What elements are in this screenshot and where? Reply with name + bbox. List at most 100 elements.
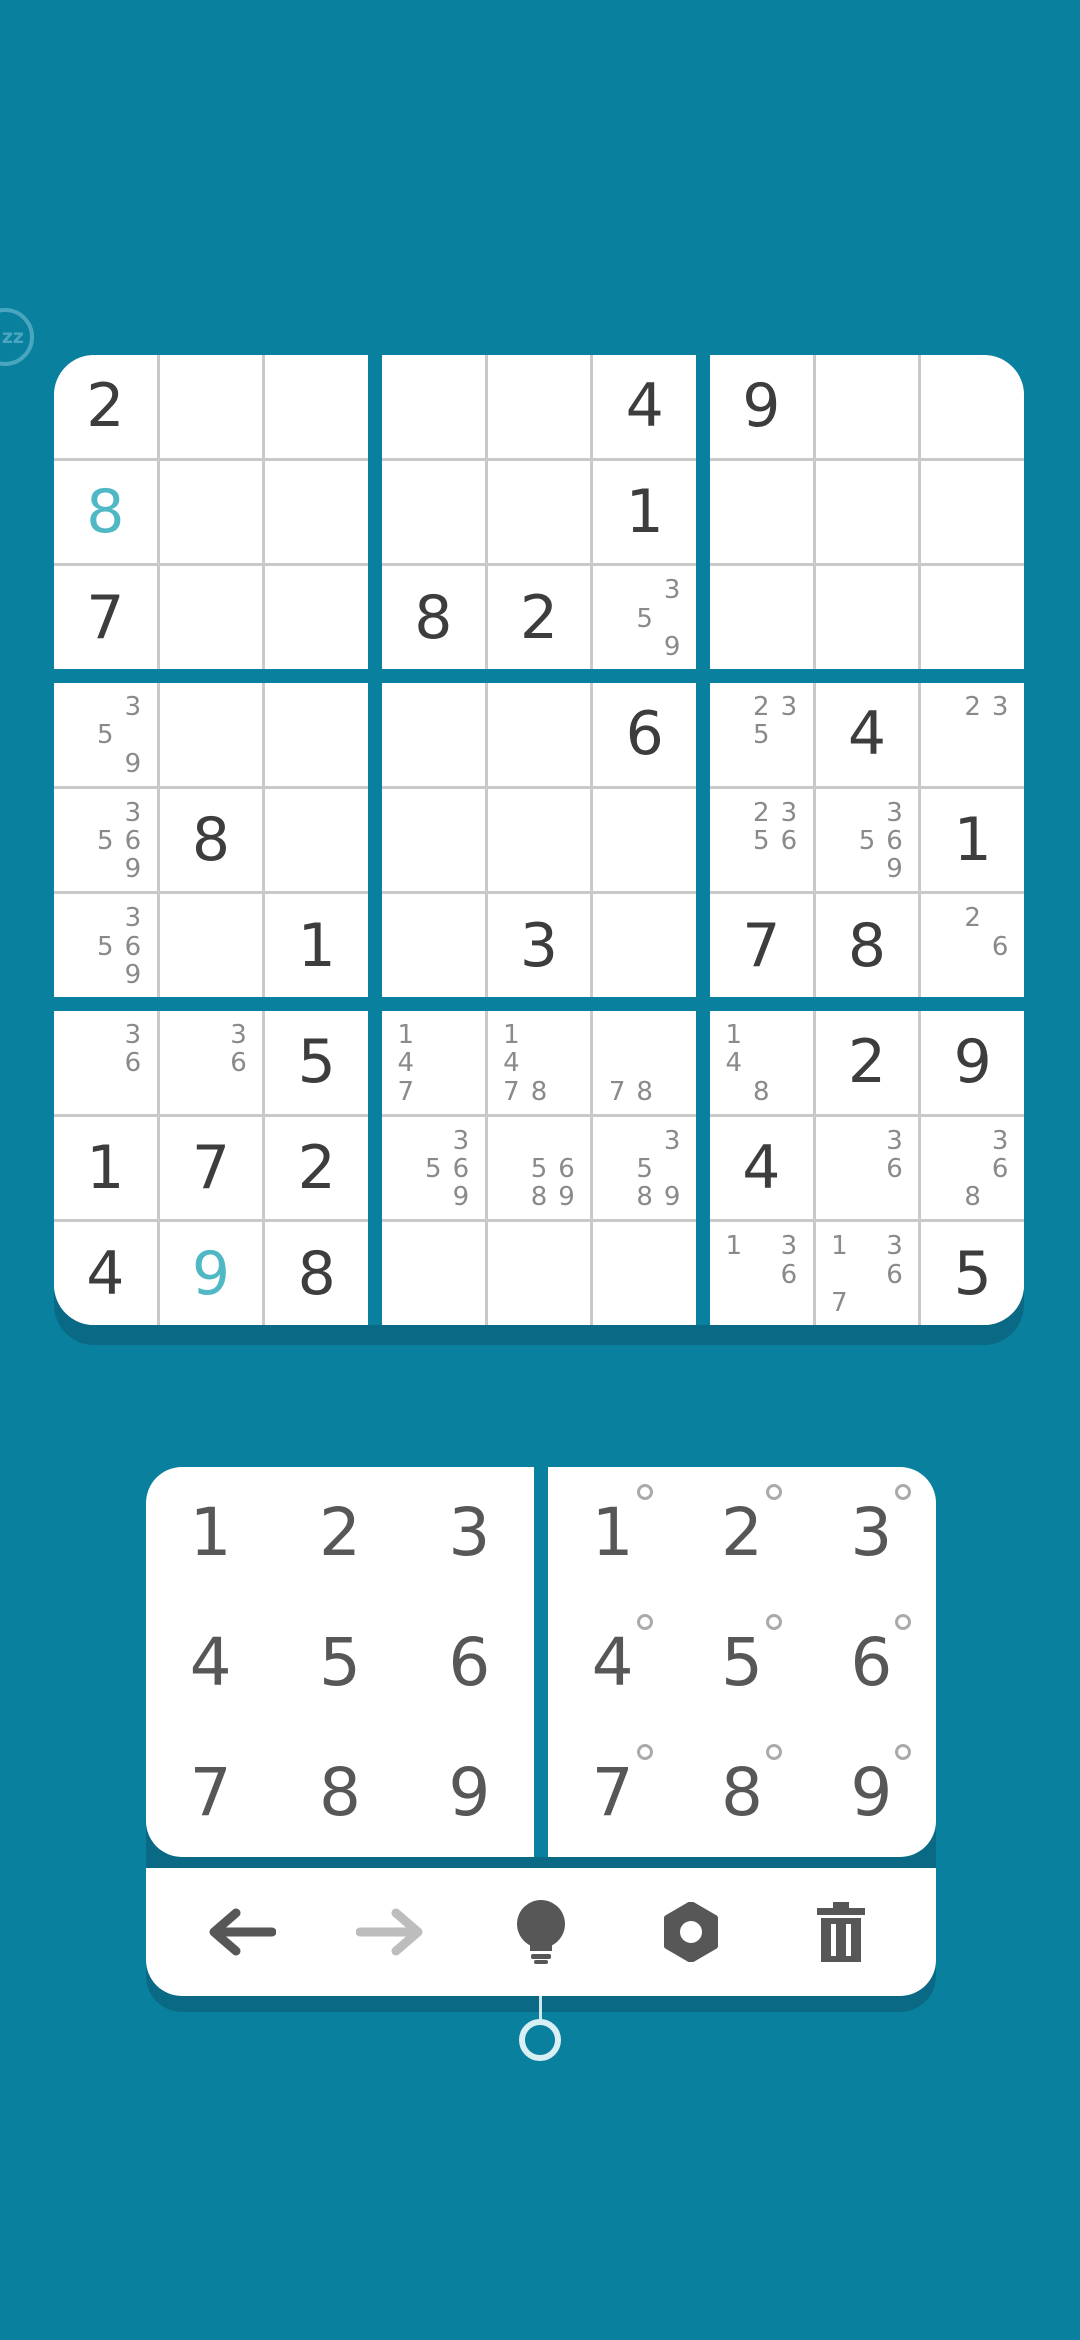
value-key[interactable]: 3 — [405, 1467, 534, 1597]
value-key[interactable]: 8 — [275, 1727, 404, 1857]
board-cell[interactable] — [159, 894, 263, 997]
board-cell[interactable] — [710, 460, 813, 564]
board-cell[interactable]: 359 — [593, 566, 696, 669]
note-key[interactable]: 2 — [677, 1467, 806, 1597]
board-cell[interactable]: 3569 — [54, 788, 157, 892]
board-cell[interactable]: 2 — [815, 1011, 919, 1114]
hint-button[interactable] — [491, 1882, 591, 1982]
board-cell[interactable]: 359 — [54, 683, 157, 786]
board-cell[interactable] — [487, 788, 591, 892]
undo-button[interactable] — [191, 1882, 291, 1982]
board-cell[interactable]: 4 — [54, 1222, 157, 1325]
note-key[interactable]: 6 — [807, 1597, 936, 1727]
board-cell[interactable]: 148 — [710, 1011, 813, 1114]
board-cell[interactable]: 6 — [593, 683, 696, 786]
board-cell[interactable]: 1 — [921, 788, 1024, 892]
board-cell[interactable] — [265, 566, 368, 669]
board-cell[interactable] — [593, 788, 696, 892]
board-cell[interactable] — [382, 460, 485, 564]
board-cell[interactable]: 7 — [54, 566, 157, 669]
board-cell[interactable] — [382, 1222, 485, 1325]
note-key[interactable]: 8 — [677, 1727, 806, 1857]
board-cell[interactable]: 4 — [815, 683, 919, 786]
board-cell[interactable]: 8 — [159, 788, 263, 892]
board-cell[interactable] — [921, 355, 1024, 458]
board-cell[interactable]: 9 — [921, 1011, 1024, 1114]
board-cell[interactable]: 1 — [265, 894, 368, 997]
board-cell[interactable] — [382, 355, 485, 458]
value-key[interactable]: 1 — [146, 1467, 275, 1597]
board-cell[interactable]: 8 — [265, 1222, 368, 1325]
board-cell[interactable] — [265, 460, 368, 564]
board-cell[interactable]: 1478 — [487, 1011, 591, 1114]
board-cell[interactable] — [487, 355, 591, 458]
board-cell[interactable]: 4 — [710, 1116, 813, 1220]
board-cell[interactable] — [593, 894, 696, 997]
erase-button[interactable] — [791, 1882, 891, 1982]
board-cell[interactable]: 7 — [710, 894, 813, 997]
board-cell[interactable]: 36 — [159, 1011, 263, 1114]
board-cell[interactable]: 8 — [815, 894, 919, 997]
board-cell[interactable] — [815, 355, 919, 458]
board-cell[interactable]: 1 — [593, 460, 696, 564]
note-key[interactable]: 9 — [807, 1727, 936, 1857]
board-cell[interactable]: 5 — [265, 1011, 368, 1114]
redo-button[interactable] — [341, 1882, 441, 1982]
board-cell[interactable]: 78 — [593, 1011, 696, 1114]
board-cell[interactable]: 1 36 7 — [815, 1222, 919, 1325]
note-key[interactable]: 5 — [677, 1597, 806, 1727]
board-cell[interactable] — [382, 683, 485, 786]
board-cell[interactable]: 3 — [487, 894, 591, 997]
board-cell[interactable] — [159, 683, 263, 786]
board-cell[interactable] — [159, 460, 263, 564]
board-cell[interactable] — [815, 566, 919, 669]
note-key[interactable]: 3 — [807, 1467, 936, 1597]
value-key[interactable]: 5 — [275, 1597, 404, 1727]
value-key[interactable]: 6 — [405, 1597, 534, 1727]
board-cell[interactable]: 7 — [159, 1116, 263, 1220]
settings-button[interactable] — [641, 1882, 741, 1982]
board-cell[interactable] — [159, 355, 263, 458]
board-cell[interactable]: 9 — [710, 355, 813, 458]
board-cell[interactable]: 36 — [815, 1116, 919, 1220]
board-cell[interactable]: 23 — [921, 683, 1024, 786]
board-cell[interactable] — [382, 788, 485, 892]
board-cell[interactable]: 5 — [921, 1222, 1024, 1325]
board-cell[interactable] — [921, 460, 1024, 564]
board-cell[interactable]: 2 — [54, 355, 157, 458]
board-cell[interactable]: 2 — [265, 1116, 368, 1220]
board-cell[interactable]: 8 — [54, 460, 157, 564]
board-cell[interactable] — [487, 460, 591, 564]
pager-indicator[interactable] — [519, 2019, 561, 2061]
board-cell[interactable]: 2 — [487, 566, 591, 669]
board-cell[interactable]: 4 — [593, 355, 696, 458]
board-cell[interactable] — [382, 894, 485, 997]
board-cell[interactable]: 235 — [710, 683, 813, 786]
note-key[interactable]: 7 — [548, 1727, 677, 1857]
board-cell[interactable]: 2356 — [710, 788, 813, 892]
board-cell[interactable] — [265, 788, 368, 892]
board-cell[interactable]: 147 — [382, 1011, 485, 1114]
value-key[interactable]: 2 — [275, 1467, 404, 1597]
board-cell[interactable] — [487, 1222, 591, 1325]
board-cell[interactable]: 1 36 — [710, 1222, 813, 1325]
board-cell[interactable]: 8 — [382, 566, 485, 669]
board-cell[interactable] — [593, 1222, 696, 1325]
board-cell[interactable]: 3569 — [382, 1116, 485, 1220]
board-cell[interactable]: 368 — [921, 1116, 1024, 1220]
board-cell[interactable]: 36 — [54, 1011, 157, 1114]
board-cell[interactable]: 9 — [159, 1222, 263, 1325]
note-key[interactable]: 1 — [548, 1467, 677, 1597]
board-cell[interactable]: 3589 — [593, 1116, 696, 1220]
board-cell[interactable]: 3569 — [54, 894, 157, 997]
value-key[interactable]: 9 — [405, 1727, 534, 1857]
board-cell[interactable] — [487, 683, 591, 786]
board-cell[interactable]: 26 — [921, 894, 1024, 997]
sleep-button[interactable]: zz — [0, 308, 34, 366]
value-key[interactable]: 4 — [146, 1597, 275, 1727]
value-key[interactable]: 7 — [146, 1727, 275, 1857]
note-key[interactable]: 4 — [548, 1597, 677, 1727]
board-cell[interactable]: 1 — [54, 1116, 157, 1220]
board-cell[interactable] — [159, 566, 263, 669]
board-cell[interactable] — [265, 683, 368, 786]
